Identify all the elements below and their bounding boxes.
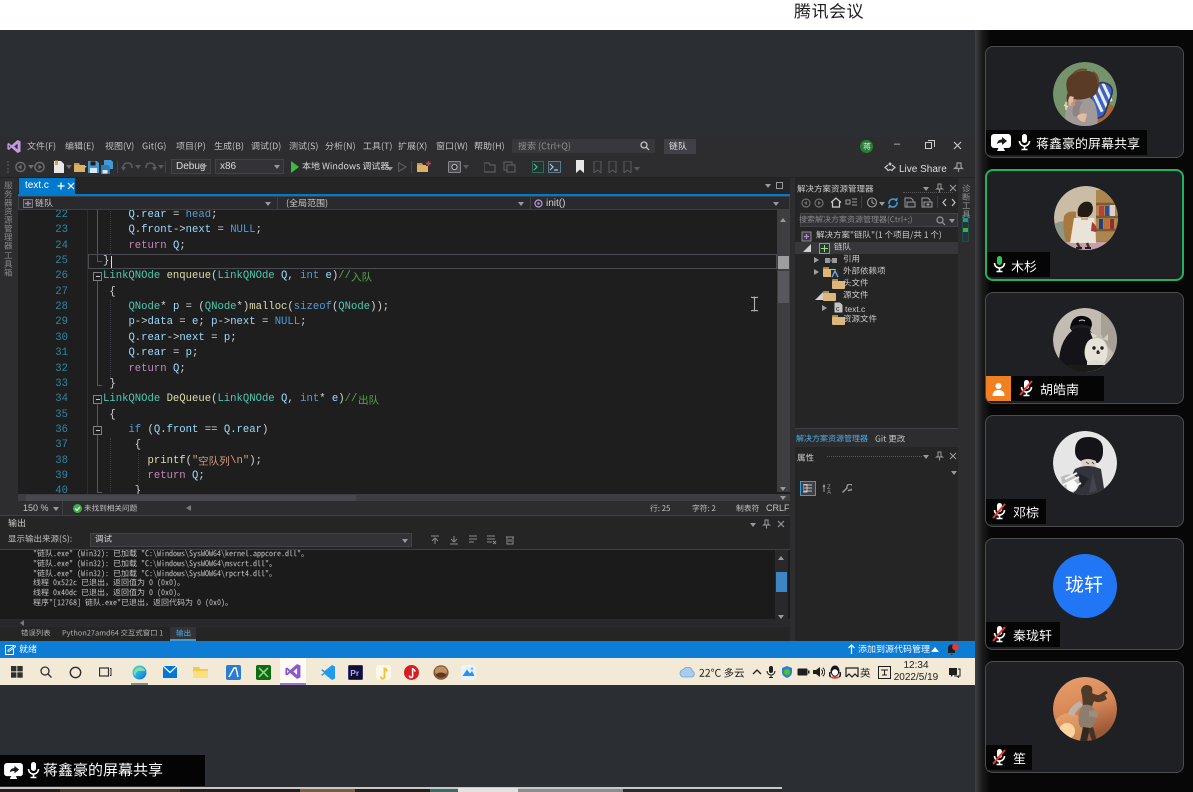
svg-text:Pr: Pr — [350, 668, 360, 678]
svg-text:A: A — [827, 490, 831, 494]
svg-text:c: c — [836, 306, 840, 313]
